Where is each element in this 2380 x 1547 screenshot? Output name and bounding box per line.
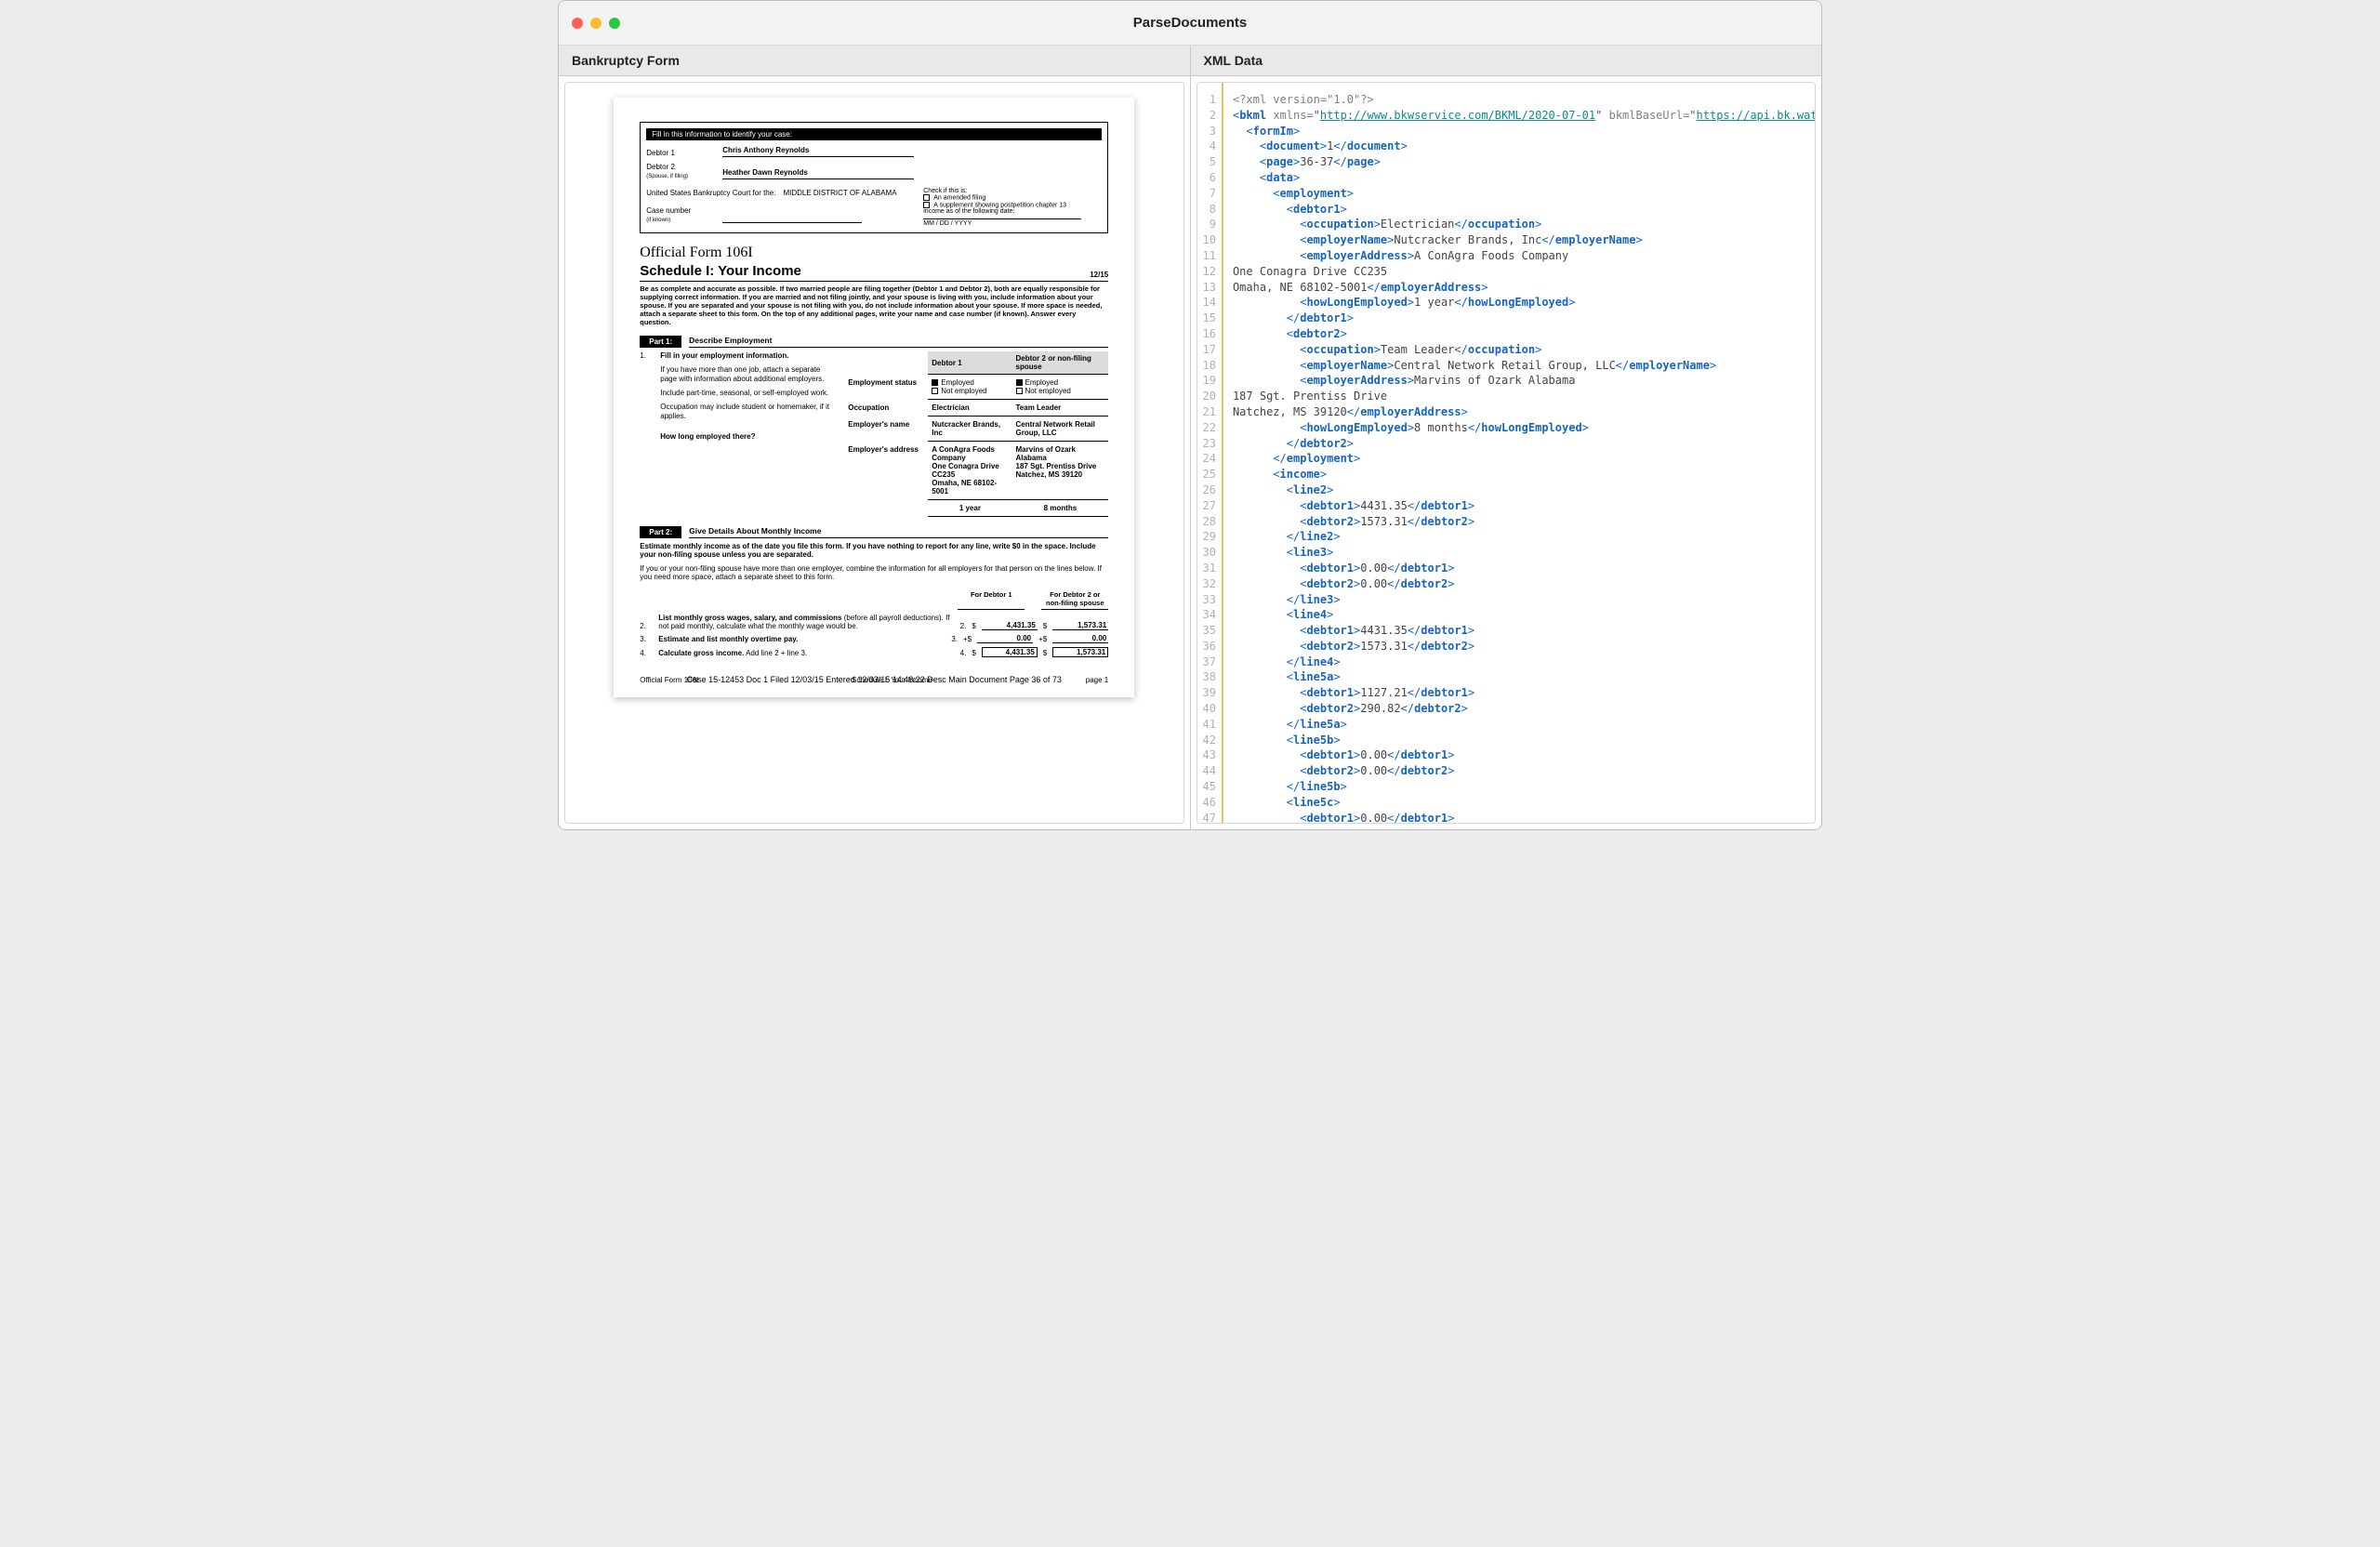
d1-address: A ConAgra Foods Company One Conagra Driv…: [928, 442, 1012, 500]
d2-occupation: Team Leader: [1012, 400, 1109, 416]
l3-d2: 0.00: [1052, 634, 1108, 643]
left-pane-title: Bankruptcy Form: [559, 46, 1190, 76]
debtor1-label: Debtor 1: [646, 149, 711, 157]
debtor1-value: Chris Anthony Reynolds: [722, 146, 914, 157]
minimize-icon[interactable]: [590, 18, 602, 29]
chk-d1-notemp[interactable]: [932, 388, 938, 394]
d2-employer: Central Network Retail Group, LLC: [1012, 416, 1109, 442]
amount-column-headers: For Debtor 1 For Debtor 2 or non-filing …: [640, 590, 1108, 610]
col-debtor1: Debtor 1: [928, 351, 1012, 375]
d1-employer: Nutcracker Brands, Inc: [928, 416, 1012, 442]
zoom-icon[interactable]: [609, 18, 620, 29]
left-pane-body[interactable]: Fill in this information to identify you…: [564, 82, 1184, 824]
schedule-title: Schedule I: Your Income 12/15: [640, 263, 1108, 282]
court-label: United States Bankruptcy Court for the:: [646, 189, 775, 197]
traffic-lights: [572, 18, 620, 29]
check-block: Check if this is: An amended filing A su…: [923, 188, 1081, 227]
close-icon[interactable]: [572, 18, 583, 29]
document-page: Fill in this information to identify you…: [614, 98, 1134, 697]
l2-d2: 1,573.31: [1052, 621, 1108, 630]
right-pane: XML Data 1 2 3 4 5 6 7 8 9 10 11 12 13 1…: [1191, 46, 1822, 829]
chk-d2-notemp[interactable]: [1016, 388, 1023, 394]
ecf-stamp: Case 15-12453 Doc 1 Filed 12/03/15 Enter…: [640, 675, 1108, 684]
right-pane-body[interactable]: 1 2 3 4 5 6 7 8 9 10 11 12 13 14 15 16 1…: [1197, 82, 1817, 824]
window-title: ParseDocuments: [559, 15, 1821, 31]
d1-occupation: Electrician: [928, 400, 1012, 416]
titlebar: ParseDocuments: [559, 1, 1821, 46]
xml-source[interactable]: <?xml version="1.0"?> <bkml xmlns="http:…: [1223, 83, 1816, 824]
official-form-title: Official Form 106I: [640, 245, 1108, 261]
left-pane: Bankruptcy Form Fill in this information…: [559, 46, 1191, 829]
checkbox-amended[interactable]: [923, 194, 930, 201]
debtor2-value: Heather Dawn Reynolds: [722, 168, 914, 179]
split-view: Bankruptcy Form Fill in this information…: [559, 46, 1821, 829]
debtor2-label: Debtor 2 (Spouse, if filing): [646, 163, 711, 179]
l4-d1: 4,431.35: [982, 647, 1038, 657]
chk-d2-emp[interactable]: [1016, 379, 1023, 386]
d2-address: Marvins of Ozark Alabama 187 Sgt. Prenti…: [1012, 442, 1109, 500]
checkbox-supplement[interactable]: [923, 202, 930, 208]
xml-editor[interactable]: 1 2 3 4 5 6 7 8 9 10 11 12 13 14 15 16 1…: [1197, 83, 1816, 824]
q1: Fill in your employment information.: [660, 351, 788, 360]
col-debtor2: Debtor 2 or non-filing spouse: [1012, 351, 1109, 375]
line-gutter: 1 2 3 4 5 6 7 8 9 10 11 12 13 14 15 16 1…: [1197, 83, 1223, 824]
case-label: Case number (if known): [646, 206, 711, 223]
chk-d1-emp[interactable]: [932, 379, 938, 386]
case-value: [722, 212, 862, 223]
employment-table: Debtor 1 Debtor 2 or non-filing spouse E…: [844, 351, 1108, 517]
d1-howlong: 1 year: [928, 500, 1012, 517]
right-pane-title: XML Data: [1191, 46, 1822, 76]
part2-header: Part 2: Give Details About Monthly Incom…: [640, 526, 1108, 538]
identify-header: Fill in this information to identify you…: [646, 128, 1102, 140]
app-window: ParseDocuments Bankruptcy Form Fill in t…: [558, 0, 1822, 830]
l4-d2: 1,573.31: [1052, 647, 1108, 657]
identify-box: Fill in this information to identify you…: [640, 122, 1108, 233]
court-value: MIDDLE DISTRICT OF ALABAMA: [783, 189, 941, 197]
d2-howlong: 8 months: [1012, 500, 1109, 517]
l3-d1: 0.00: [977, 634, 1033, 643]
l2-d1: 4,431.35: [982, 621, 1038, 630]
part1-header: Part 1: Describe Employment: [640, 336, 1108, 348]
instructions: Be as complete and accurate as possible.…: [640, 284, 1108, 326]
footer-right: page 1: [1086, 676, 1108, 684]
